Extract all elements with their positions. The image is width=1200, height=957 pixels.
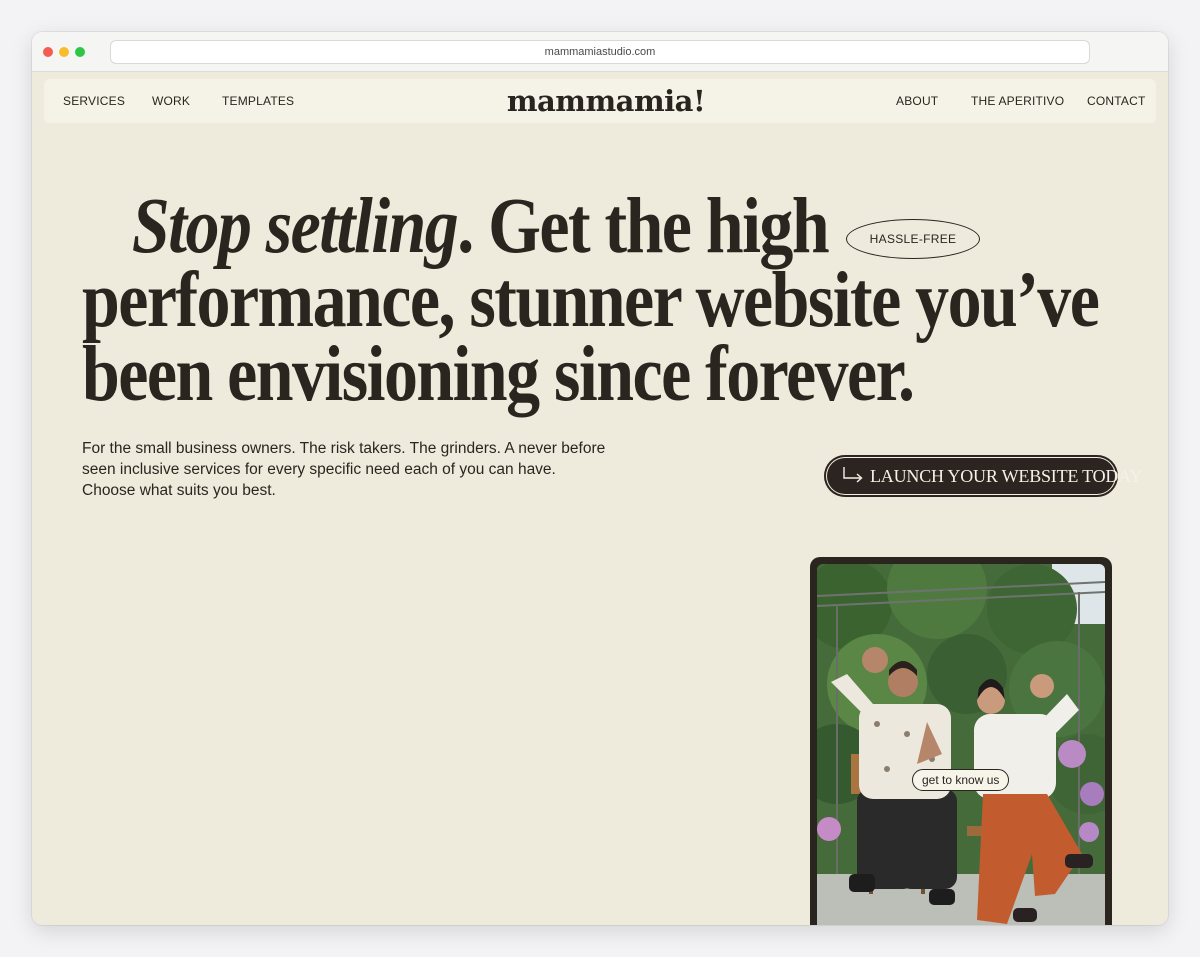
nav-link-about[interactable]: ABOUT <box>896 93 938 109</box>
headline-line-2: performance, stunner website you’ve <box>82 257 1100 344</box>
maximize-window-button[interactable] <box>75 47 85 57</box>
close-window-button[interactable] <box>43 47 53 57</box>
nav-link-aperitivo[interactable]: THE APERITIVO <box>971 93 1064 109</box>
address-bar[interactable]: mammamiastudio.com <box>110 40 1090 64</box>
nav-link-work[interactable]: WORK <box>152 93 190 109</box>
hero-headline: Stop settling. Get the high performance,… <box>82 187 1100 418</box>
hassle-free-badge: HASSLE-FREE <box>846 219 980 259</box>
site-logo[interactable]: mammamia! <box>488 81 724 121</box>
headline-line-3: been envisioning since forever. <box>82 331 915 418</box>
headline-line-1: Stop settling. Get the high <box>82 187 976 266</box>
launch-website-label: LAUNCH YOUR WEBSITE TODAY <box>870 466 1143 486</box>
nav-link-contact[interactable]: CONTACT <box>1087 93 1146 109</box>
nav-link-services[interactable]: SERVICES <box>63 93 125 109</box>
video-still-image <box>817 564 1105 925</box>
browser-toolbar: mammamiastudio.com <box>32 32 1168 72</box>
nav-link-templates[interactable]: TEMPLATES <box>222 93 294 109</box>
get-to-know-us-button[interactable]: get to know us <box>912 769 1010 791</box>
minimize-window-button[interactable] <box>59 47 69 57</box>
intro-video[interactable]: get to know us <box>817 564 1105 925</box>
intro-video-card[interactable]: get to know us <box>810 557 1112 925</box>
arrow-right-turn-icon <box>843 467 863 483</box>
launch-website-button[interactable]: LAUNCH YOUR WEBSITE TODAY <box>824 455 1142 497</box>
browser-window: mammamiastudio.com SERVICES WORK TEMPLAT… <box>32 32 1168 925</box>
site-header: SERVICES WORK TEMPLATES mammamia! ABOUT … <box>44 79 1156 123</box>
hero-subtext: For the small business owners. The risk … <box>82 440 606 499</box>
